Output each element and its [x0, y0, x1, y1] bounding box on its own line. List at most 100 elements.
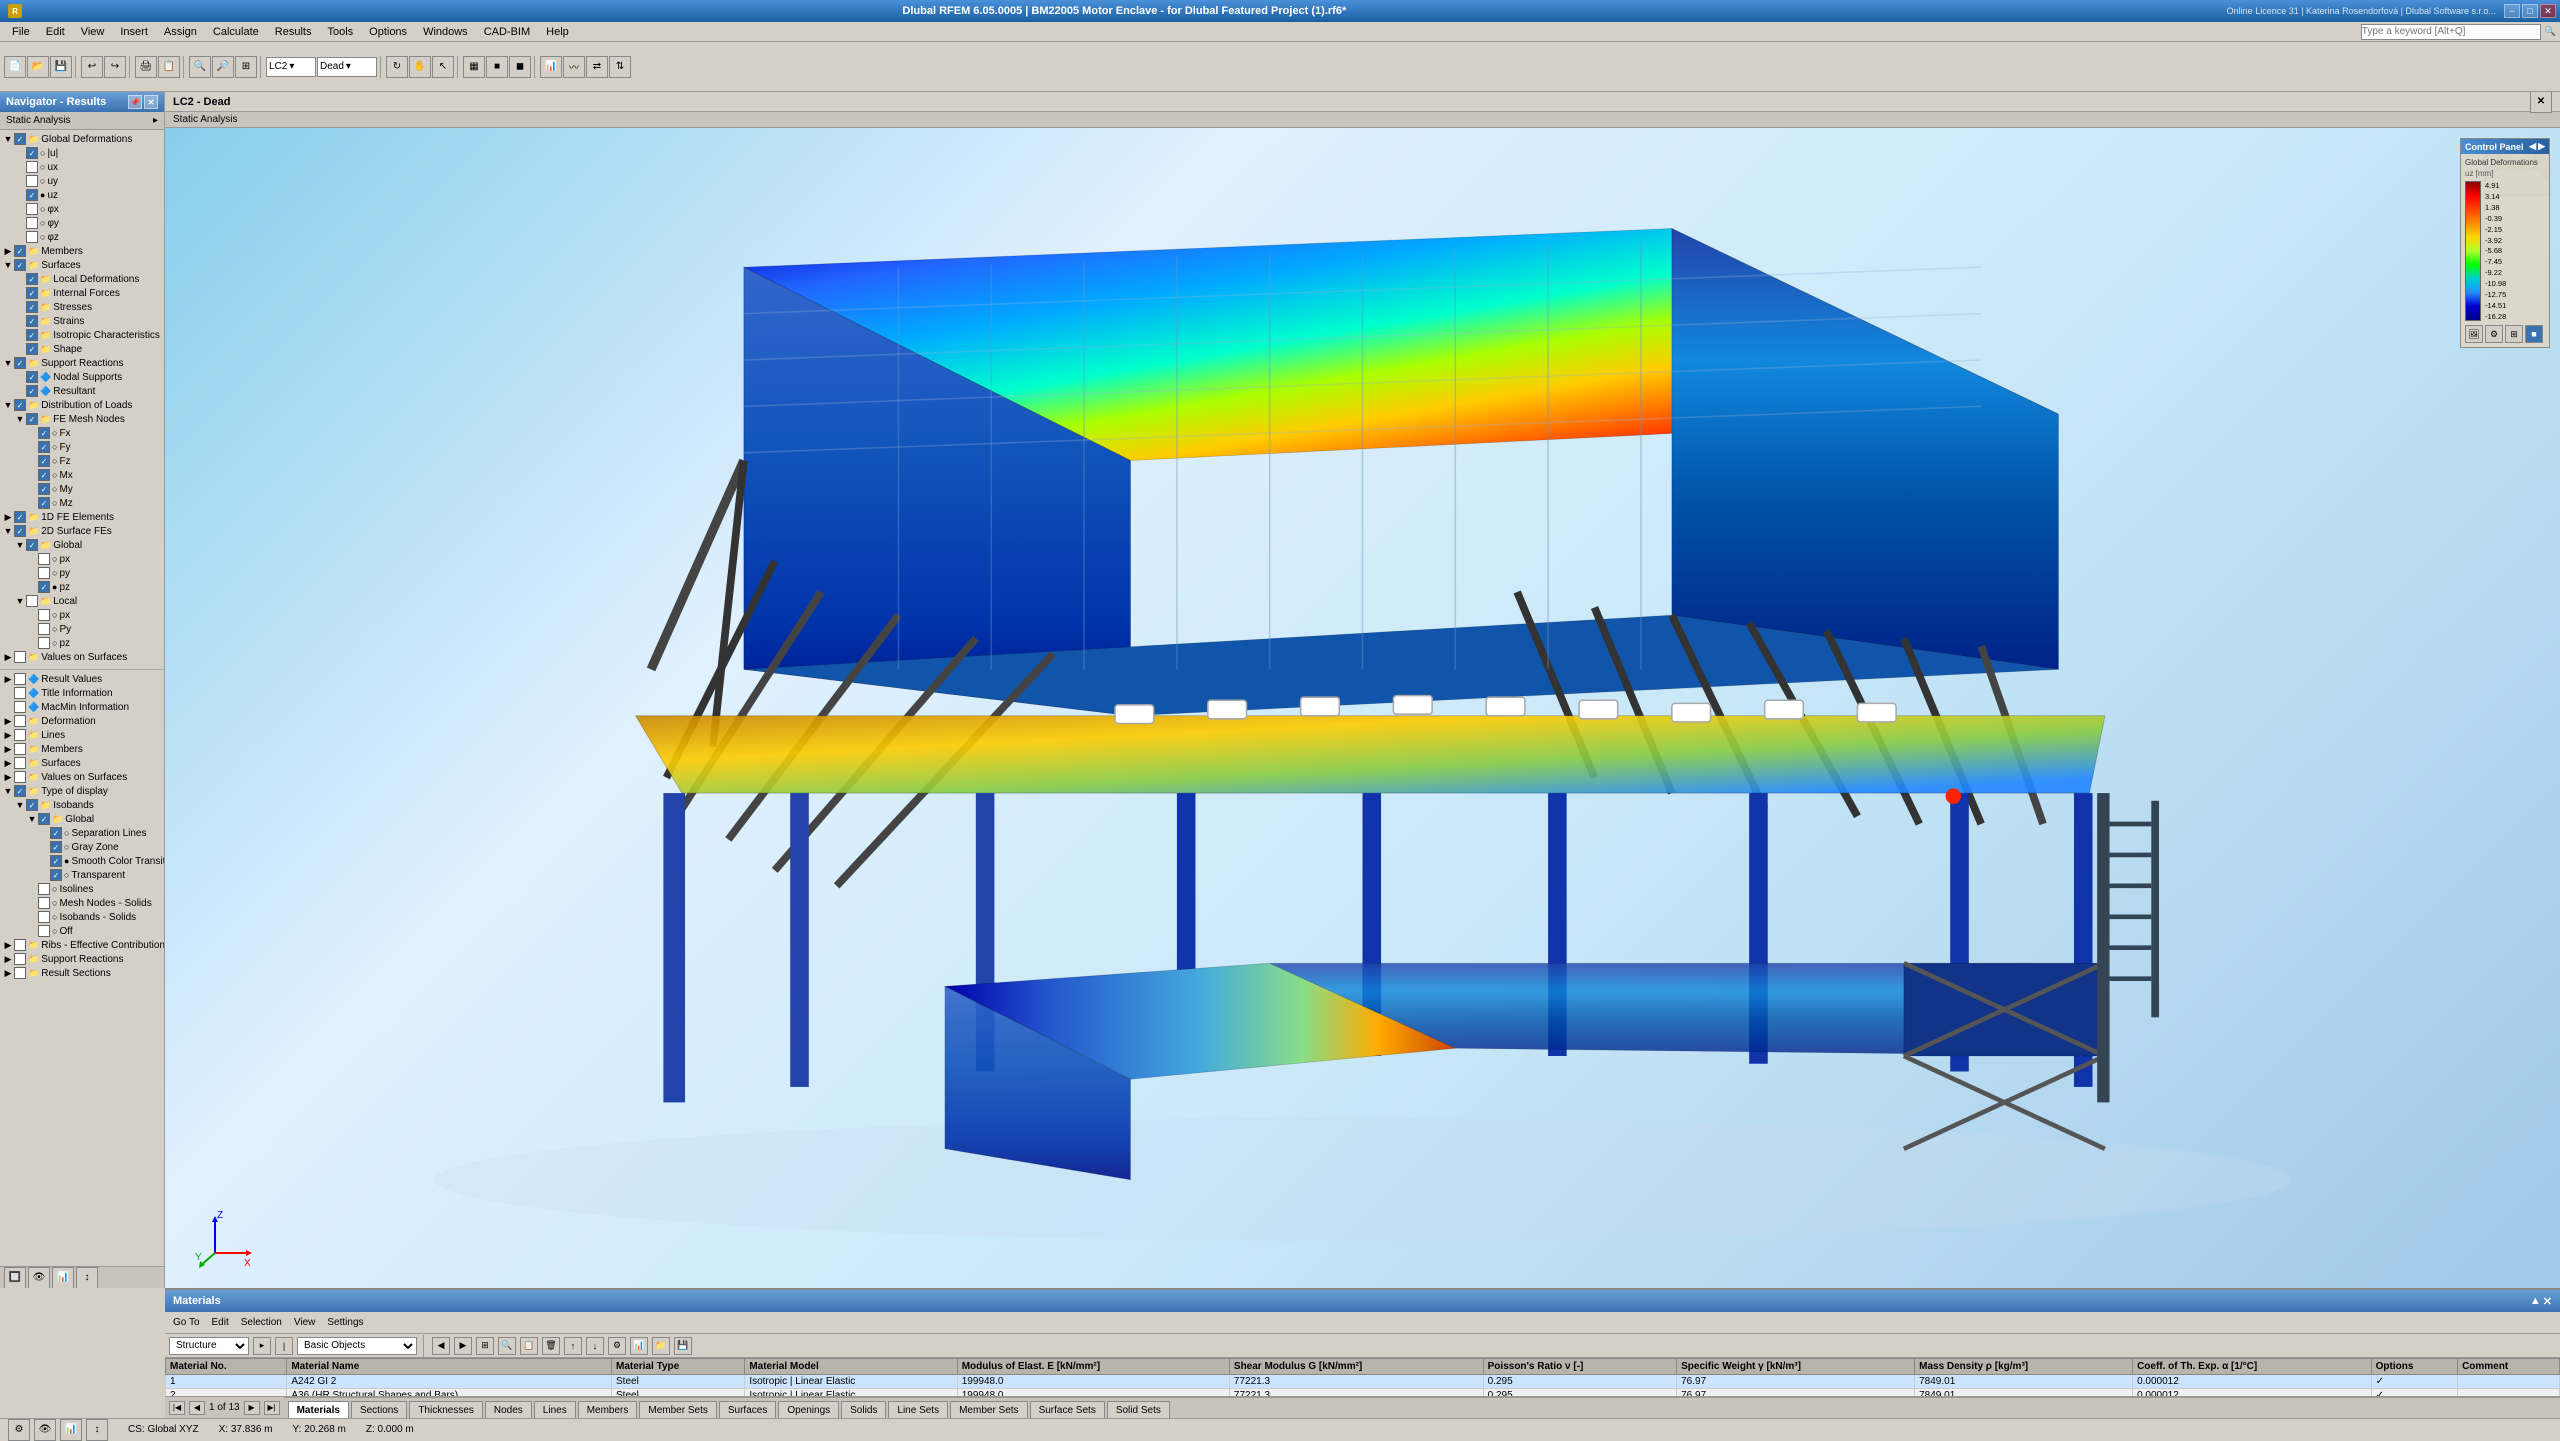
mat-tb-icon6[interactable]: 🗑 [542, 1337, 560, 1355]
tree-internal-forces[interactable]: ✓ 📁 Internal Forces [12, 286, 164, 300]
tree-mz[interactable]: ✓ ○ Mz [24, 496, 164, 510]
mat-selection-btn[interactable]: Selection [237, 1317, 286, 1328]
checkbox[interactable]: ✓ [14, 357, 26, 369]
tree-members[interactable]: ▶ ✓ 📁 Members [0, 244, 164, 258]
checkbox[interactable] [14, 939, 26, 951]
render-btn[interactable]: ◼ [509, 56, 531, 78]
tree-shape[interactable]: ✓ 📁 Shape [12, 342, 164, 356]
checkbox[interactable]: ✓ [26, 385, 38, 397]
solid-btn[interactable]: ■ [486, 56, 508, 78]
nav-bottom-icon3[interactable]: 📊 [52, 1267, 74, 1289]
mat-tb-icon2[interactable]: ▶ [454, 1337, 472, 1355]
nav-bottom-icon2[interactable]: 👁 [28, 1267, 50, 1289]
tree-px[interactable]: ○ px [24, 552, 164, 566]
pan-btn[interactable]: ✋ [409, 56, 431, 78]
menu-calculate[interactable]: Calculate [205, 24, 267, 40]
tab-solids[interactable]: Solids [841, 1401, 886, 1419]
menu-tools[interactable]: Tools [319, 24, 361, 40]
menu-help[interactable]: Help [538, 24, 577, 40]
checkbox[interactable]: ✓ [50, 841, 62, 853]
copy-btn[interactable]: 📋 [158, 56, 180, 78]
table-row[interactable]: 1A242 GI 2SteelIsotropic | Linear Elasti… [166, 1375, 2560, 1389]
tree-result-values[interactable]: ▶ 🔷 Result Values [0, 672, 164, 686]
status-btn4[interactable]: ↕ [86, 1419, 108, 1441]
checkbox[interactable]: ✓ [26, 301, 38, 313]
minimize-button[interactable]: − [2504, 4, 2520, 18]
zoom-all-btn[interactable]: ⊞ [235, 56, 257, 78]
tree-members2[interactable]: ▶ 📁 Members [0, 742, 164, 756]
mat-tb-icon8[interactable]: ↓ [586, 1337, 604, 1355]
checkbox[interactable]: ✓ [26, 413, 38, 425]
navigator-tree[interactable]: ▼ ✓ 📁 Global Deformations ✓ ○ |u| ○ ux ○ [0, 130, 164, 1266]
checkbox[interactable]: ✓ [26, 539, 38, 551]
status-btn2[interactable]: 👁 [34, 1419, 56, 1441]
menu-results[interactable]: Results [267, 24, 320, 40]
basic-objects-dropdown[interactable]: Basic Objects [297, 1337, 417, 1355]
print-btn[interactable]: 🖨 [135, 56, 157, 78]
checkbox[interactable]: ✓ [38, 455, 50, 467]
tree-mesh-nodes-solids[interactable]: ○ Mesh Nodes - Solids [24, 896, 164, 910]
checkbox[interactable] [14, 673, 26, 685]
tree-fe-mesh-nodes[interactable]: ▼ ✓ 📁 FE Mesh Nodes [12, 412, 164, 426]
checkbox[interactable]: ✓ [26, 273, 38, 285]
tree-strains[interactable]: ✓ 📁 Strains [12, 314, 164, 328]
tree-ux[interactable]: ○ ux [12, 160, 164, 174]
structure-dropdown[interactable]: Structure [169, 1337, 249, 1355]
checkbox[interactable]: ✓ [50, 869, 62, 881]
menu-options[interactable]: Options [361, 24, 415, 40]
maximize-button[interactable]: □ [2522, 4, 2538, 18]
tab-sections[interactable]: Sections [351, 1401, 407, 1419]
tree-uz[interactable]: ✓ ● uz [12, 188, 164, 202]
mat-tb-icon12[interactable]: 💾 [674, 1337, 692, 1355]
tree-separation-lines[interactable]: ✓ ○ Separation Lines [36, 826, 164, 840]
menu-edit[interactable]: Edit [38, 24, 73, 40]
tree-1d-fe[interactable]: ▶ ✓ 📁 1D FE Elements [0, 510, 164, 524]
checkbox[interactable] [38, 609, 50, 621]
mat-close-btn[interactable]: ✕ [2543, 1295, 2552, 1308]
tree-gray-zone[interactable]: ✓ ○ Gray Zone [36, 840, 164, 854]
tree-uy[interactable]: ○ uy [12, 174, 164, 188]
page-first[interactable]: |◀ [169, 1401, 185, 1415]
checkbox[interactable] [26, 161, 38, 173]
checkbox[interactable]: ✓ [26, 147, 38, 159]
tab-members[interactable]: Members [578, 1401, 638, 1419]
checkbox[interactable]: ✓ [26, 287, 38, 299]
table-row[interactable]: 2A36 (HR Structural Shapes and Bars)Stee… [166, 1389, 2560, 1397]
checkbox[interactable] [14, 701, 26, 713]
menu-view[interactable]: View [73, 24, 113, 40]
checkbox[interactable]: ✓ [38, 427, 50, 439]
tree-values-surfaces2[interactable]: ▶ 📁 Values on Surfaces [0, 770, 164, 784]
tree-off[interactable]: ○ Off [24, 924, 164, 938]
checkbox[interactable]: ✓ [38, 483, 50, 495]
new-btn[interactable]: 📄 [4, 56, 26, 78]
mat-tb-icon10[interactable]: 📊 [630, 1337, 648, 1355]
tree-isobands-solids[interactable]: ○ Isobands - Solids [24, 910, 164, 924]
checkbox[interactable] [38, 553, 50, 565]
page-last[interactable]: ▶| [264, 1401, 280, 1415]
mat-tb-icon11[interactable]: 📁 [652, 1337, 670, 1355]
checkbox[interactable]: ✓ [14, 245, 26, 257]
redo-btn[interactable]: ↪ [104, 56, 126, 78]
tab-surfaces[interactable]: Surfaces [719, 1401, 776, 1419]
cp-settings-btn[interactable]: ⚙ [2485, 325, 2503, 343]
tree-support-reactions[interactable]: ▼ ✓ 📁 Support Reactions [0, 356, 164, 370]
checkbox[interactable]: ✓ [14, 511, 26, 523]
tree-fz[interactable]: ✓ ○ Fz [24, 454, 164, 468]
checkbox[interactable] [26, 595, 38, 607]
lc-dropdown[interactable]: LC2 ▾ [266, 57, 316, 77]
tree-local-pz[interactable]: ○ pz [24, 636, 164, 650]
tab-surface-sets[interactable]: Surface Sets [1030, 1401, 1105, 1419]
mat-tb-icon7[interactable]: ↑ [564, 1337, 582, 1355]
mat-tb-btn1[interactable]: ▸ [253, 1337, 271, 1355]
tree-local-px[interactable]: ○ px [24, 608, 164, 622]
checkbox[interactable]: ✓ [26, 189, 38, 201]
checkbox[interactable]: ✓ [38, 441, 50, 453]
wireframe-btn[interactable]: ▦ [463, 56, 485, 78]
tree-local-deformations[interactable]: ✓ 📁 Local Deformations [12, 272, 164, 286]
tree-lines[interactable]: ▶ 📁 Lines [0, 728, 164, 742]
mat-tb-btn2[interactable]: | [275, 1337, 293, 1355]
tree-values-surfaces[interactable]: ▶ 📁 Values on Surfaces [0, 650, 164, 664]
checkbox[interactable]: ✓ [26, 343, 38, 355]
checkbox[interactable] [26, 231, 38, 243]
checkbox[interactable]: ✓ [26, 329, 38, 341]
